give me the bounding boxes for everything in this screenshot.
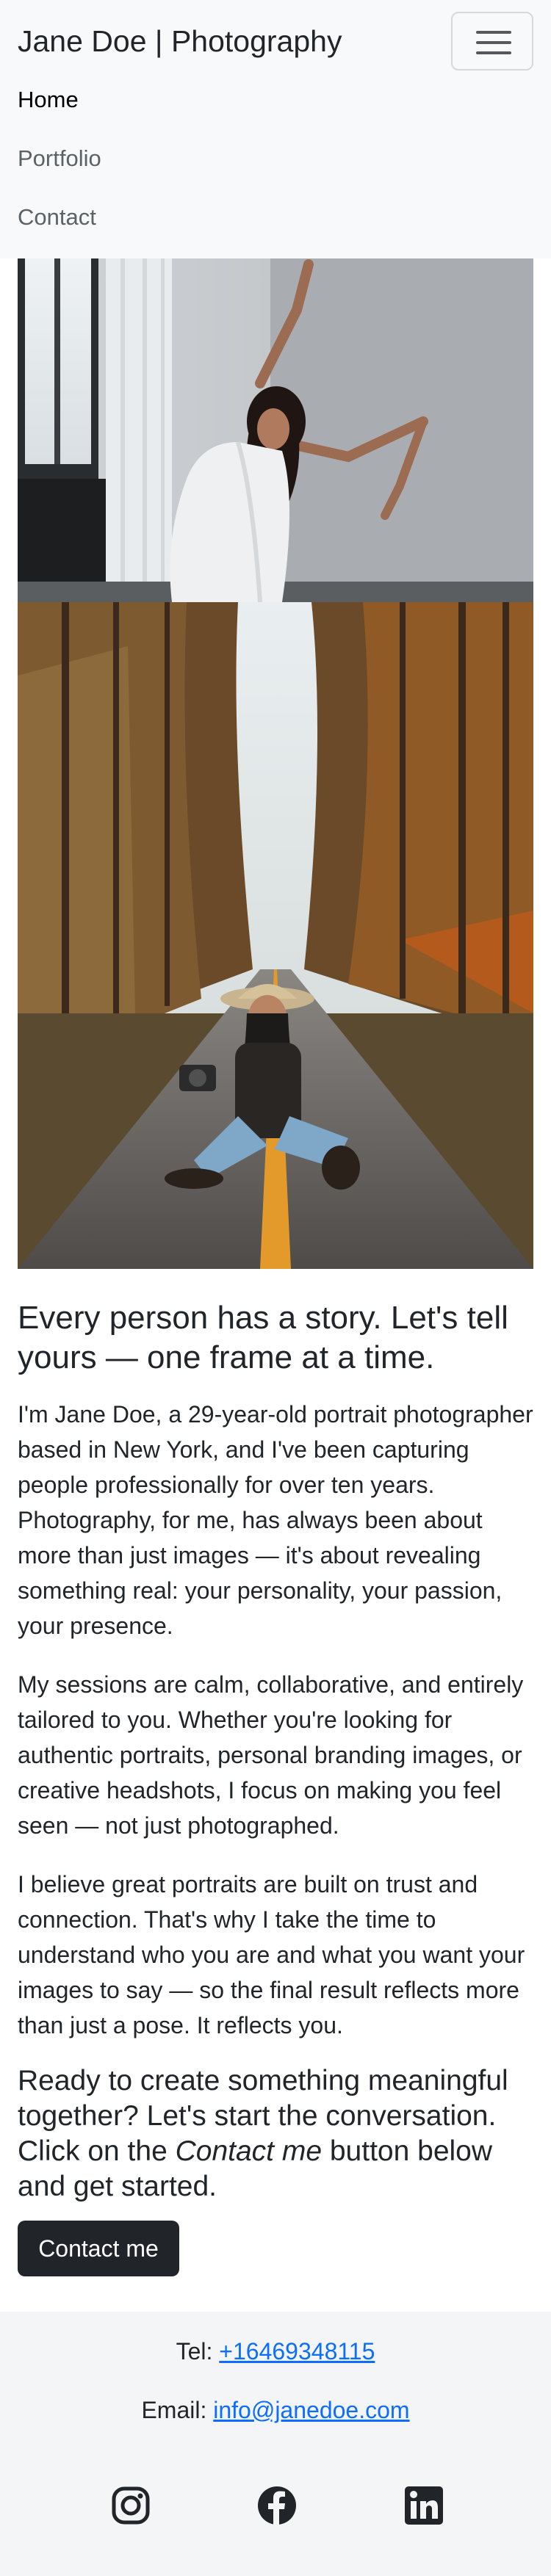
instagram-icon[interactable] — [110, 2485, 151, 2526]
email-label: Email: — [141, 2397, 214, 2423]
brand-title[interactable]: Jane Doe | Photography — [18, 22, 342, 60]
cta-heading: Ready to create something meaningful tog… — [18, 2063, 533, 2204]
contact-me-button[interactable]: Contact me — [18, 2221, 179, 2276]
linkedin-icon[interactable] — [403, 2485, 444, 2526]
headline: Every person has a story. Let's tell you… — [18, 1300, 508, 1375]
navbar: Jane Doe | Photography Home Portfolio Co… — [0, 0, 551, 258]
hamburger-menu-icon — [476, 31, 511, 54]
facebook-icon[interactable] — [256, 2485, 298, 2526]
bio-paragraph-3: I believe great portraits are built on t… — [18, 1871, 525, 2038]
nav-link-home[interactable]: Home — [18, 70, 79, 129]
photo-dancer — [18, 258, 533, 602]
phone-link[interactable]: +16469348115 — [219, 2338, 375, 2365]
navbar-toggler-button[interactable] — [451, 12, 533, 70]
phone-label: Tel: — [176, 2338, 220, 2365]
footer: Tel: +16469348115 Email: info@janedoe.co… — [0, 2312, 551, 2576]
footer-email: Email: info@janedoe.com — [0, 2394, 551, 2426]
bio-paragraph-1: I'm Jane Doe, a 29-year-old portrait pho… — [18, 1401, 533, 1639]
cta-heading-emphasis: Contact me — [175, 2135, 323, 2167]
email-link[interactable]: info@janedoe.com — [213, 2397, 409, 2423]
nav-link-contact[interactable]: Contact — [18, 188, 96, 247]
footer-phone: Tel: +16469348115 — [0, 2335, 551, 2367]
photo-forest-road — [18, 602, 533, 1269]
nav-link-portfolio[interactable]: Portfolio — [18, 129, 101, 188]
bio-paragraph-2: My sessions are calm, collaborative, and… — [18, 1671, 524, 1839]
